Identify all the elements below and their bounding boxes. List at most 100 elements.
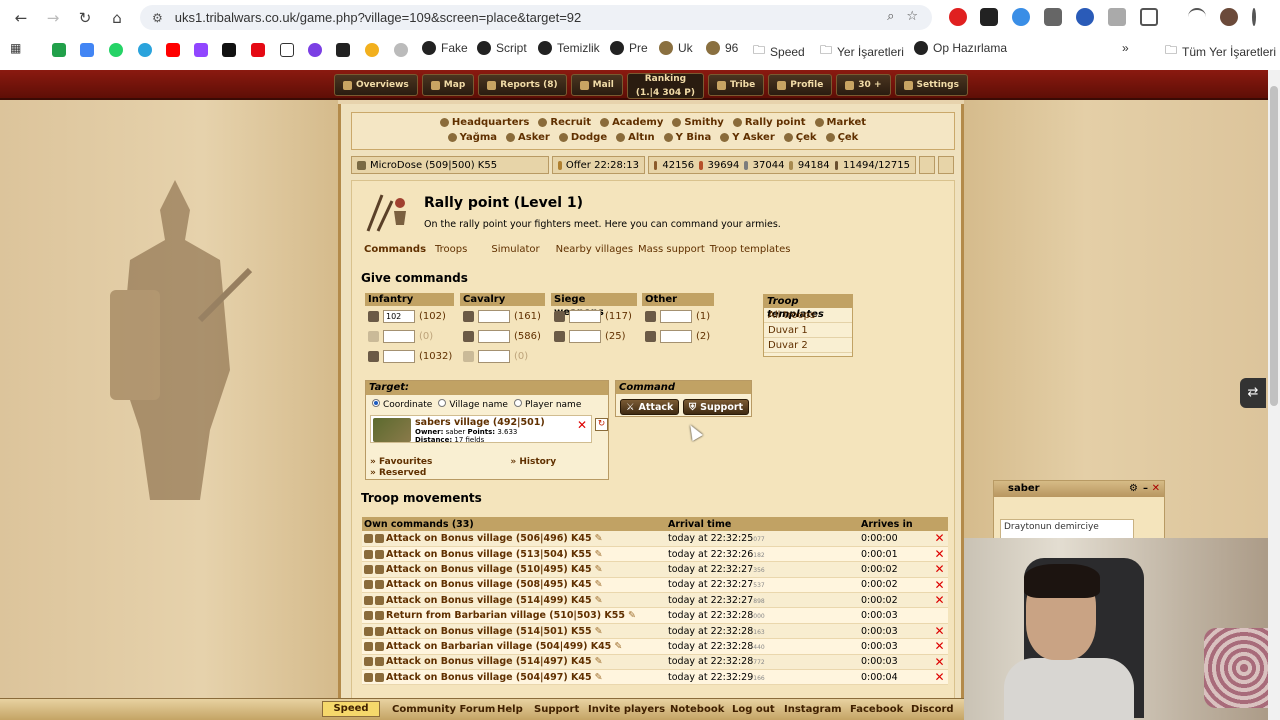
sword-input[interactable] [383, 329, 415, 343]
attack-button[interactable]: ⚔ Attack [620, 399, 680, 415]
address-bar[interactable]: ⚙ uks1.tribalwars.co.uk/game.php?village… [140, 5, 932, 30]
cancel-command-icon[interactable]: ✕ [929, 669, 948, 686]
catapult-input[interactable] [569, 329, 601, 343]
offer-timer[interactable]: Offer 22:28:13 [552, 156, 645, 174]
bookmark-icon[interactable] [365, 43, 379, 57]
quick-y-bina[interactable]: Y Bina [663, 132, 711, 143]
heavy-input[interactable] [478, 349, 510, 363]
sync-icon[interactable]: ⇄ [1240, 378, 1266, 408]
puzzle-icon[interactable] [1140, 8, 1158, 26]
scrollbar-thumb[interactable] [1270, 86, 1278, 406]
command-link[interactable]: Attack on Bonus village (514|499) K45 [386, 595, 592, 606]
footer-log-out[interactable]: Log out [732, 704, 775, 715]
knight-count[interactable]: (1) [696, 311, 710, 322]
bookmark-yer-isaretleri[interactable]: 🗀 Yer İşaretleri [820, 41, 904, 62]
avatar[interactable] [1220, 8, 1238, 26]
footer-instagram[interactable]: Instagram [784, 704, 842, 715]
back-icon[interactable]: ← [10, 7, 32, 29]
bookmark-icon[interactable] [52, 43, 66, 57]
rename-icon[interactable]: ✎ [595, 533, 603, 544]
reload-icon[interactable]: ↻ [74, 7, 96, 29]
tab-nearby-villages[interactable]: Nearby villages [556, 244, 633, 255]
bookmark-icon[interactable] [394, 43, 408, 57]
command-link[interactable]: Attack on Bonus village (508|495) K45 [386, 579, 592, 590]
speed-link[interactable]: Speed [322, 701, 380, 717]
tab-troop-templates[interactable]: Troop templates [710, 244, 791, 255]
rename-icon[interactable]: ✎ [628, 610, 636, 621]
menu-settings[interactable]: Settings [894, 74, 968, 96]
tab-troops[interactable]: Troops [435, 244, 467, 255]
template-duvar-1[interactable]: Duvar 1 [764, 323, 852, 338]
bookmarks-overflow-icon[interactable]: » [1122, 41, 1129, 55]
menu-overviews[interactable]: Overviews [334, 74, 418, 96]
rename-icon[interactable]: ✎ [595, 579, 603, 590]
forward-icon[interactable]: → [42, 7, 64, 29]
apps-icon[interactable]: ▦ [10, 41, 21, 55]
rename-icon[interactable]: ✎ [595, 672, 603, 683]
site-info-icon[interactable]: ⚙ [152, 11, 163, 25]
extension-icon[interactable] [1012, 8, 1030, 26]
light-count[interactable]: (586) [514, 331, 541, 342]
command-link[interactable]: Attack on Bonus village (514|501) K55 [386, 626, 592, 637]
bookmark-speed[interactable]: 🗀 Speed [753, 41, 805, 62]
rename-icon[interactable]: ✎ [595, 564, 603, 575]
notebook-icon[interactable] [919, 156, 935, 174]
catapult-count[interactable]: (25) [605, 331, 626, 342]
favourites-link[interactable]: » Favourites» History [370, 457, 556, 468]
support-button[interactable]: ⛨ Support [683, 399, 750, 415]
quick-headquarters[interactable]: Headquarters [439, 117, 529, 128]
quick-academy[interactable]: Academy [600, 117, 663, 128]
heavy-cavalry-icon[interactable] [463, 350, 474, 362]
rename-icon[interactable]: ✎ [595, 656, 603, 667]
bookmark-icon[interactable] [308, 43, 322, 57]
tab-commands[interactable]: Commands [364, 244, 426, 255]
chat-minimize-icon[interactable]: – [1143, 481, 1148, 497]
axe-input[interactable] [383, 349, 415, 363]
chat-settings-icon[interactable]: ⚙ [1129, 481, 1138, 497]
col-own-commands[interactable]: Own commands (33) [362, 517, 666, 531]
command-link[interactable]: Attack on Bonus village (510|495) K45 [386, 564, 592, 575]
menu-profile[interactable]: Profile [768, 74, 833, 96]
rename-icon[interactable]: ✎ [595, 626, 603, 637]
footer-notebook[interactable]: Notebook [670, 704, 724, 715]
cancel-command-icon[interactable]: ✕ [929, 546, 948, 563]
heavy-count[interactable]: (0) [514, 351, 528, 362]
home-icon[interactable]: ⌂ [106, 7, 128, 29]
bookmark-script[interactable]: Script [477, 41, 527, 55]
command-link[interactable]: Attack on Bonus village (504|497) K45 [386, 672, 592, 683]
footer-help[interactable]: Help [497, 704, 523, 715]
target-village-name[interactable]: sabers village (492|501) [415, 417, 545, 428]
quick-recruit[interactable]: Recruit [538, 117, 591, 128]
menu-premium[interactable]: 30 + [836, 74, 891, 96]
ram-input[interactable] [569, 309, 601, 323]
extension-icon[interactable] [1044, 8, 1062, 26]
quick-rally-point[interactable]: Rally point [732, 117, 806, 128]
ram-count[interactable]: (117) [605, 311, 632, 322]
radio-player-name[interactable]: Player name [513, 399, 581, 410]
spy-input[interactable] [478, 309, 510, 323]
spear-icon[interactable] [368, 310, 379, 322]
youtube-icon[interactable] [166, 43, 180, 57]
command-link[interactable]: Return from Barbarian village (510|503) … [386, 610, 625, 621]
cancel-command-icon[interactable]: ✕ [929, 531, 948, 547]
chat-close-icon[interactable]: ✕ [1152, 481, 1160, 497]
rename-icon[interactable]: ✎ [595, 549, 603, 560]
cancel-command-icon[interactable]: ✕ [929, 654, 948, 671]
clear-target-icon[interactable]: ✕ [577, 418, 587, 432]
notion-icon[interactable] [280, 43, 294, 57]
owner-name[interactable]: saber [446, 428, 466, 436]
footer-community-forum[interactable]: Community Forum [392, 704, 495, 715]
menu-icon[interactable] [1188, 8, 1206, 26]
tab-mass-support[interactable]: Mass support [638, 244, 705, 255]
radio-coordinate[interactable]: Coordinate [372, 399, 432, 410]
footer-discord[interactable]: Discord [911, 704, 954, 715]
menu-mail[interactable]: Mail [570, 74, 623, 96]
footer-invite-players[interactable]: Invite players [588, 704, 665, 715]
radio-village-name[interactable]: Village name [438, 399, 508, 410]
nobleman-icon[interactable] [645, 330, 656, 342]
axe-icon[interactable] [368, 350, 379, 362]
menu-ranking[interactable]: Ranking (1.|4 304 P) [626, 73, 704, 99]
menu-tribe[interactable]: Tribe [707, 74, 765, 96]
axe-count[interactable]: (1032) [419, 351, 452, 362]
all-bookmarks[interactable]: 🗀 Tüm Yer İşaretleri [1165, 41, 1276, 62]
